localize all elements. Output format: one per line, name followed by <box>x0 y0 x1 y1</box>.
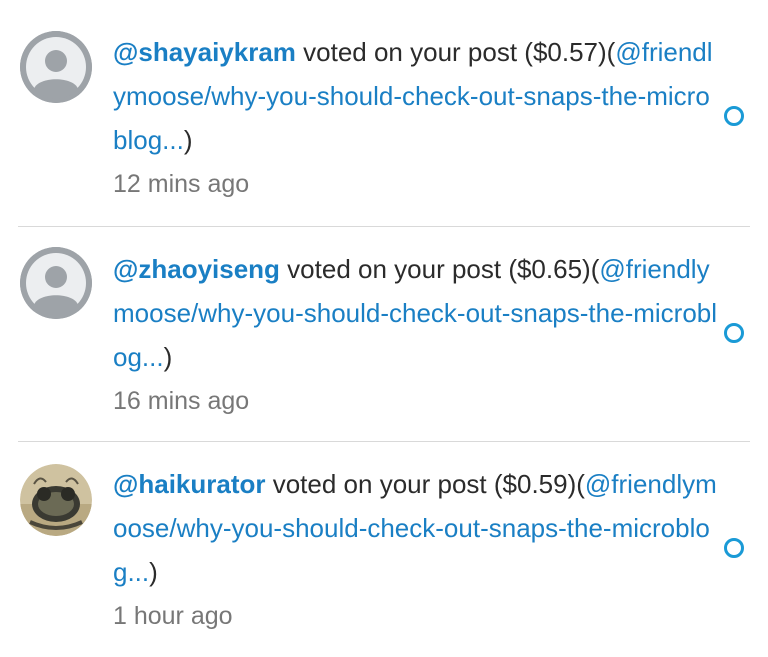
close-paren: ) <box>183 125 193 155</box>
timestamp: 16 mins ago <box>113 387 250 415</box>
default-avatar-icon[interactable] <box>20 31 92 103</box>
unread-indicator-icon[interactable] <box>724 538 744 558</box>
photo-avatar[interactable] <box>20 464 92 536</box>
action-text: voted on your post ($0.59)( <box>265 469 585 499</box>
notification-text: @shayaiykram voted on your post ($0.57)(… <box>113 30 718 162</box>
close-paren: ) <box>163 342 173 372</box>
default-avatar-icon[interactable] <box>20 247 92 319</box>
username-link[interactable]: @haikurator <box>113 469 266 499</box>
notification-text: @haikurator voted on your post ($0.59)(@… <box>113 462 718 594</box>
close-paren: ) <box>149 557 158 587</box>
username-link[interactable]: @shayaiykram <box>113 37 296 67</box>
action-text: voted on your post ($0.57)( <box>295 37 616 67</box>
notification-item[interactable]: @shayaiykram voted on your post ($0.57)(… <box>0 0 768 227</box>
notification-text: @zhaoyiseng voted on your post ($0.65)(@… <box>113 247 718 379</box>
username-link[interactable]: @zhaoyiseng <box>113 254 280 284</box>
timestamp: 1 hour ago <box>113 602 233 630</box>
unread-indicator-icon[interactable] <box>724 323 744 343</box>
notification-list: @shayaiykram voted on your post ($0.57)(… <box>0 0 768 657</box>
timestamp: 12 mins ago <box>113 170 250 198</box>
notification-item[interactable]: @zhaoyiseng voted on your post ($0.65)(@… <box>0 227 768 442</box>
unread-indicator-icon[interactable] <box>724 106 744 126</box>
action-text: voted on your post ($0.65)( <box>279 254 600 284</box>
notification-item[interactable]: @haikurator voted on your post ($0.59)(@… <box>0 442 768 657</box>
